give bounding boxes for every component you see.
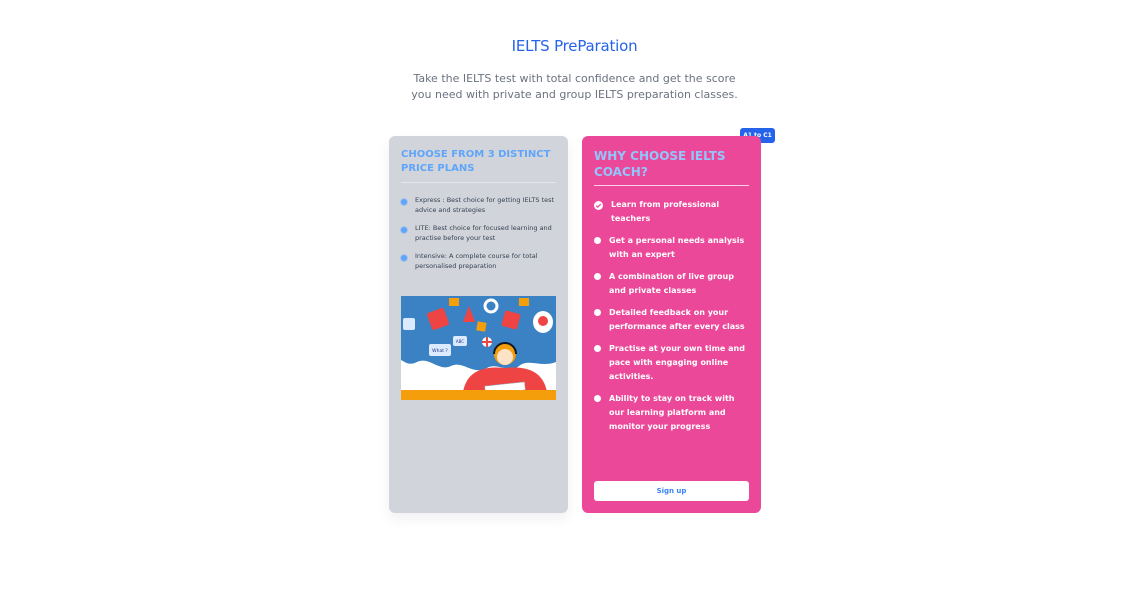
- list-item: A combination of live group and private …: [594, 270, 749, 298]
- hero-title: IELTS PreParation: [511, 37, 638, 55]
- check-circle-icon: [594, 201, 603, 210]
- book-icon: [449, 298, 459, 306]
- list-item: Practise at your own time and pace with …: [594, 342, 749, 384]
- price-plans-list: Express : Best choice for getting IELTS …: [401, 195, 556, 271]
- list-item: Detailed feedback on your performance af…: [594, 306, 749, 334]
- student-illustration-svg: What ? ABC: [401, 296, 556, 400]
- bullet-icon: [401, 199, 407, 205]
- why-item-text: Practise at your own time and pace with …: [609, 344, 745, 381]
- bullet-icon: [594, 345, 601, 352]
- why-item-text: Learn from professional teachers: [611, 200, 720, 223]
- desk-strip: [401, 390, 556, 400]
- speech-bubble-abc-text: ABC: [456, 339, 464, 344]
- list-item: Learn from professional teachers: [594, 198, 749, 226]
- hero-subtitle-line-2: you need with private and group IELTS pr…: [411, 88, 738, 101]
- why-item-text: Get a personal needs analysis with an ex…: [609, 236, 745, 259]
- price-plans-title: CHOOSE FROM 3 DISTINCT PRICE PLANS: [401, 149, 551, 174]
- bullet-icon: [594, 309, 601, 316]
- price-plans-divider: [401, 182, 556, 183]
- sign-up-button[interactable]: Sign up: [594, 481, 749, 501]
- hero-subtitle-line-1: Take the IELTS test with total confidenc…: [413, 72, 736, 85]
- sky-shape: [401, 296, 556, 371]
- why-choose-title: WHY CHOOSE IELTS COACH?: [594, 149, 726, 179]
- book-icon: [519, 298, 529, 306]
- why-choose-divider: [594, 185, 749, 186]
- list-item: Intensive: A complete course for total p…: [401, 251, 556, 271]
- list-item: Ability to stay on track with our learni…: [594, 392, 749, 434]
- plan-express-text: Express : Best choice for getting IELTS …: [415, 196, 555, 214]
- bullet-icon: [594, 237, 601, 244]
- list-item: LITE: Best choice for focused learning a…: [401, 223, 556, 243]
- plan-intensive-text: Intensive: A complete course for total p…: [415, 252, 538, 270]
- list-item: Get a personal needs analysis with an ex…: [594, 234, 749, 262]
- plan-lite-text: LITE: Best choice for focused learning a…: [415, 224, 552, 242]
- head-silhouette-icon: [538, 316, 548, 326]
- why-item-text: A combination of live group and private …: [609, 272, 734, 295]
- speech-bubble-what-text: What ?: [432, 348, 448, 354]
- bullet-icon: [594, 273, 601, 280]
- why-item-text: Ability to stay on track with our learni…: [609, 394, 735, 431]
- bullet-icon: [594, 395, 601, 402]
- list-item: Express : Best choice for getting IELTS …: [401, 195, 556, 215]
- why-choose-list: Learn from professional teachers Get a p…: [594, 198, 749, 434]
- student-face: [497, 349, 513, 365]
- speech-bubble-icon: [403, 318, 415, 330]
- bullet-icon: [401, 227, 407, 233]
- letter-b-icon: [476, 321, 487, 332]
- why-choose-card: WHY CHOOSE IELTS COACH? Learn from profe…: [582, 136, 761, 513]
- hero-subtitle: Take the IELTS test with total confidenc…: [0, 71, 1137, 103]
- bullet-icon: [401, 255, 407, 261]
- price-plans-card: CHOOSE FROM 3 DISTINCT PRICE PLANS Expre…: [389, 136, 568, 513]
- student-illustration: What ? ABC: [401, 296, 556, 400]
- why-item-text: Detailed feedback on your performance af…: [609, 308, 745, 331]
